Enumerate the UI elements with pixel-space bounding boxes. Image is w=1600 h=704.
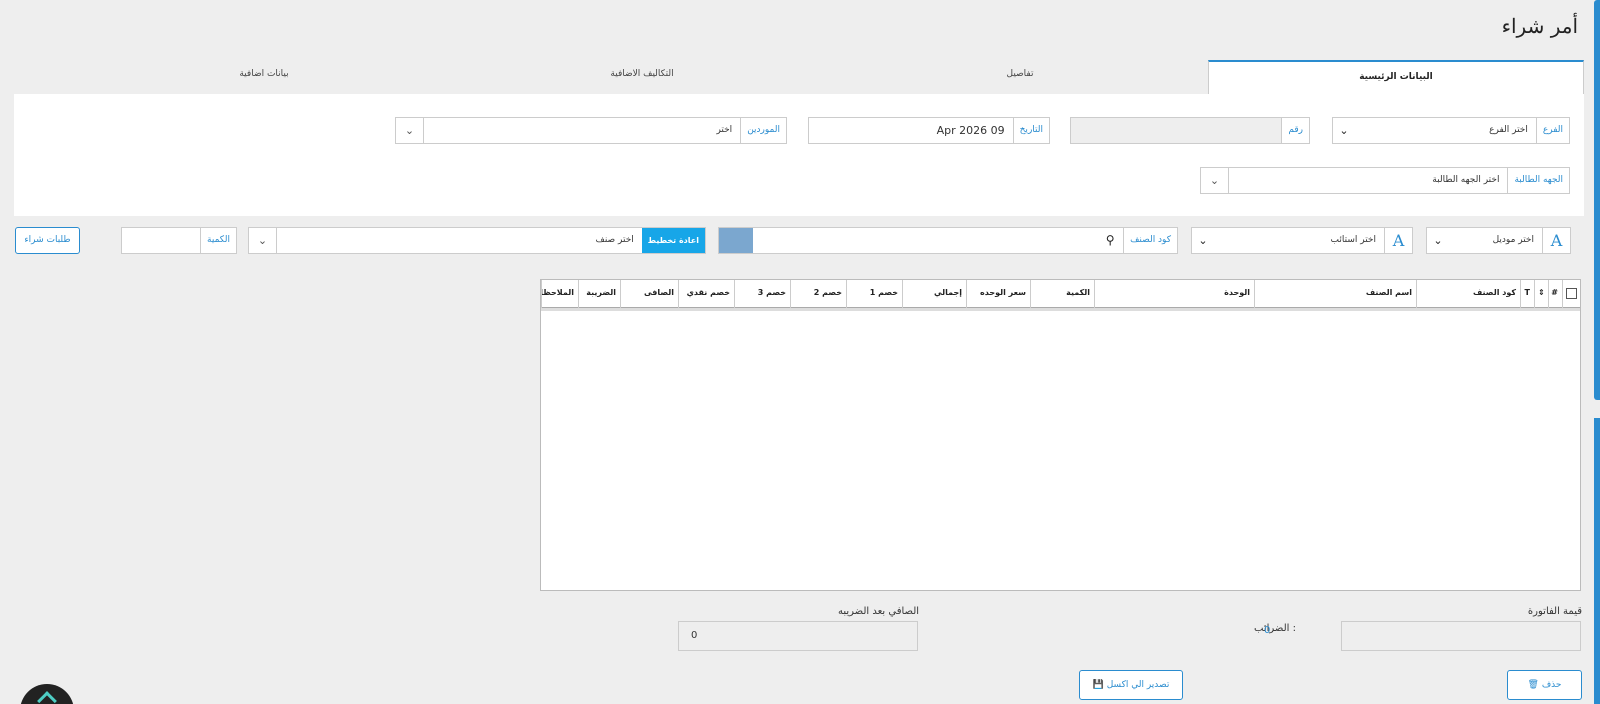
item-code-input[interactable] — [753, 228, 1097, 253]
supplier-value: اختر — [716, 125, 733, 135]
col-header[interactable]: الضريبة — [578, 280, 620, 308]
right-edge-accent-lower — [1594, 418, 1600, 704]
taxes-label: الضرائب : — [1254, 623, 1296, 634]
item-code-search[interactable]: كود الصنف ⚲ — [718, 227, 1178, 254]
tab-main-data[interactable]: البيانات الرئيسية — [1208, 60, 1584, 94]
items-grid[interactable]: # ⇕ T كود الصنف اسم الصنف الوحدة الكمية … — [540, 279, 1581, 591]
col-header[interactable]: كود الصنف — [1416, 280, 1520, 308]
net-after-tax-label: الصافي بعد الضريبه — [838, 606, 920, 617]
col-header[interactable]: خصم 2 — [790, 280, 846, 308]
export-excel-button[interactable]: 💾 تصدير الي اكسل — [1079, 670, 1183, 700]
purchase-requests-button[interactable]: طلبات شراء — [15, 227, 80, 254]
delete-label: حذف — [1541, 680, 1562, 690]
chevron-down-icon[interactable]: ⌄ — [396, 118, 424, 143]
date-field[interactable]: التاريخ 09 Apr 2026 — [808, 117, 1050, 144]
text-a-icon: A — [1384, 228, 1412, 253]
supplier-label: الموردين — [740, 118, 786, 143]
sort-icon[interactable]: ⇕ — [1534, 280, 1548, 308]
col-header[interactable]: خصم 1 — [846, 280, 902, 308]
col-header[interactable]: الكمية — [1030, 280, 1094, 308]
model-select[interactable]: A اختر موديل ⌄ — [1426, 227, 1571, 254]
invoice-value-field — [1341, 621, 1581, 651]
item-code-color-swatch — [719, 228, 753, 253]
number-label: رقم — [1281, 118, 1309, 143]
item-code-label: كود الصنف — [1123, 228, 1177, 253]
tab-strip: البيانات الرئيسية تفاصيل التكاليف الاضاف… — [14, 60, 1584, 94]
export-label: تصدير الي اكسل — [1106, 680, 1170, 690]
invoice-value-label: قيمة الفاتورة — [1527, 606, 1582, 617]
col-header[interactable]: الملاحظات — [541, 280, 578, 308]
item-select[interactable]: اعادة تخطيط اختر صنف ⌄ — [248, 227, 706, 254]
tab-additional-costs[interactable]: التكاليف الاضافية — [454, 60, 830, 94]
date-label: التاريخ — [1012, 118, 1049, 143]
col-header[interactable]: سعر الوحده — [966, 280, 1030, 308]
chevron-down-icon: ⌄ — [1433, 234, 1443, 247]
item-value: اختر صنف — [595, 235, 634, 245]
trash-icon: 🗑 — [1527, 680, 1539, 690]
chevron-down-icon: ⌄ — [1198, 234, 1208, 247]
col-header[interactable]: # — [1548, 280, 1562, 308]
model-value: اختر موديل — [1492, 235, 1534, 245]
chevron-down-icon: ⌄ — [1339, 124, 1349, 137]
requesting-dept-select[interactable]: الجهه الطالبة اختر الجهه الطالبة ⌄ — [1200, 167, 1570, 194]
size-value: اختر استائب — [1330, 235, 1376, 245]
col-header[interactable]: خصم 3 — [734, 280, 790, 308]
branch-value: اختر الفرع — [1489, 125, 1528, 135]
date-value: 09 Apr 2026 — [936, 124, 1005, 137]
col-header[interactable]: إجمالي — [902, 280, 966, 308]
supplier-select[interactable]: الموردين اختر ⌄ — [395, 117, 787, 144]
quantity-label: الكمية — [200, 228, 236, 253]
search-icon[interactable]: ⚲ — [1097, 228, 1123, 253]
requesting-dept-value: اختر الجهه الطالبة — [1432, 175, 1500, 185]
branch-select[interactable]: الفرع اختر الفرع ⌄ — [1332, 117, 1570, 144]
number-field[interactable]: رقم — [1070, 117, 1310, 144]
reset-layout-button[interactable]: اعادة تخطيط — [641, 228, 705, 253]
quantity-input[interactable] — [122, 228, 200, 253]
size-select[interactable]: A اختر استائب ⌄ — [1191, 227, 1413, 254]
col-header[interactable]: اسم الصنف — [1254, 280, 1416, 308]
main-data-panel: الفرع اختر الفرع ⌄ رقم التاريخ 09 Apr 20… — [14, 94, 1584, 216]
requesting-dept-label: الجهه الطالبة — [1507, 168, 1569, 193]
select-all-checkbox[interactable] — [1562, 280, 1580, 308]
delete-button[interactable]: 🗑 حذف — [1507, 670, 1582, 700]
col-header[interactable]: خصم نقدي — [678, 280, 734, 308]
col-header[interactable]: الوحدة — [1094, 280, 1254, 308]
right-edge-accent — [1594, 0, 1600, 400]
quantity-field[interactable]: الكمية — [121, 227, 237, 254]
grid-scrollbar[interactable] — [541, 308, 1580, 311]
branch-label: الفرع — [1535, 118, 1569, 143]
tab-additional-data[interactable]: بيانات اضافية — [76, 60, 452, 94]
chevron-down-icon[interactable]: ⌄ — [249, 228, 277, 253]
col-header[interactable]: الصافى — [620, 280, 678, 308]
save-icon: 💾 — [1092, 680, 1104, 690]
net-after-tax-field: 0 — [678, 621, 918, 651]
grid-header: # ⇕ T كود الصنف اسم الصنف الوحدة الكمية … — [541, 280, 1580, 308]
chevron-down-icon[interactable]: ⌄ — [1201, 168, 1229, 193]
tab-details[interactable]: تفاصيل — [832, 60, 1208, 94]
col-header[interactable]: T — [1520, 280, 1534, 308]
number-value — [1071, 118, 1282, 143]
page-title: أمر شراء — [1501, 14, 1578, 38]
text-a-icon: A — [1542, 228, 1570, 253]
taxes-value: 0 — [1264, 625, 1271, 636]
